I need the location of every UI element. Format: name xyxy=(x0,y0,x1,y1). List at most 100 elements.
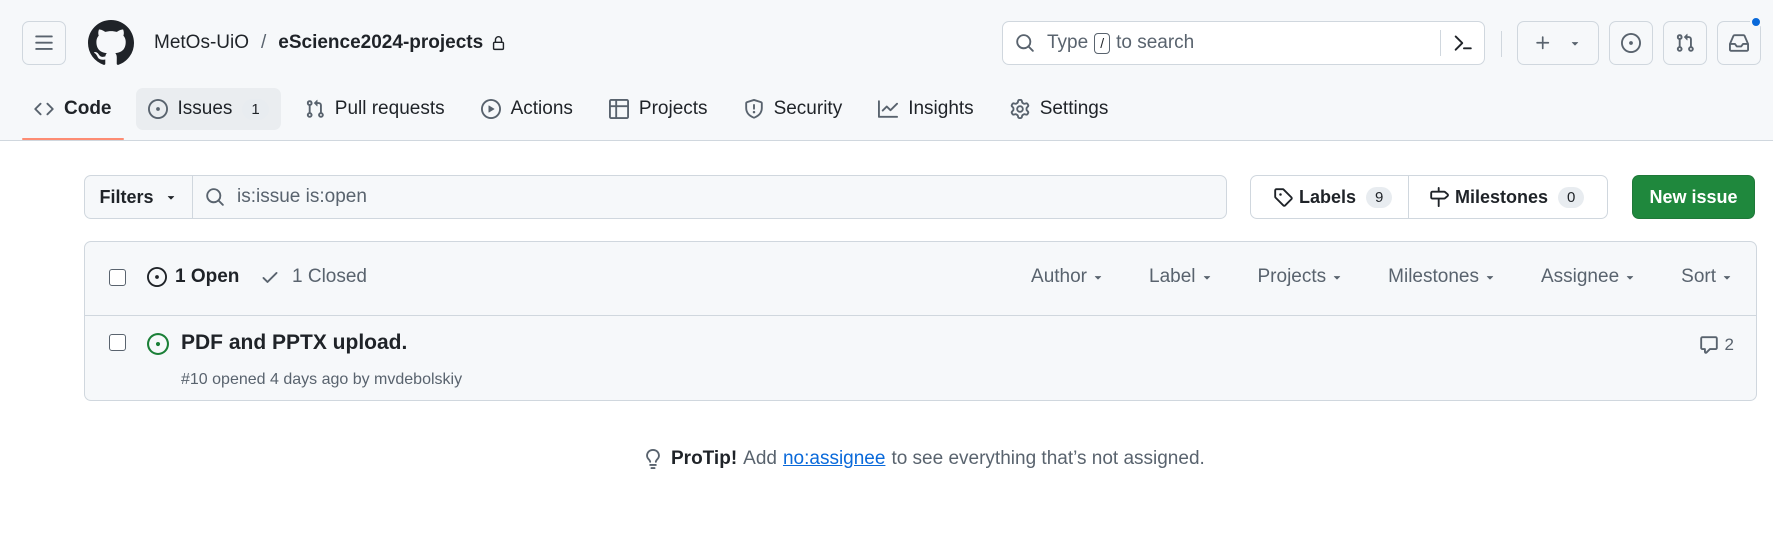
issue-title-link[interactable]: PDF and PPTX upload. xyxy=(181,331,407,355)
menu-label: Milestones xyxy=(1388,266,1479,287)
milestones-menu[interactable]: Milestones xyxy=(1388,266,1497,288)
your-issues-button[interactable] xyxy=(1609,21,1653,65)
tab-label: Insights xyxy=(908,98,974,119)
triangle-down-icon xyxy=(1483,270,1497,284)
label-menu[interactable]: Label xyxy=(1149,266,1214,288)
tab-label: Settings xyxy=(1039,98,1109,119)
menu-label: Sort xyxy=(1681,266,1716,287)
issue-opened-icon xyxy=(147,267,167,287)
milestones-counter: 0 xyxy=(1558,186,1585,208)
repo-nav: Code Issues 1 Pull requests Actions Proj… xyxy=(22,88,1132,140)
plus-icon xyxy=(1536,36,1550,50)
unread-notification-dot xyxy=(1750,16,1762,28)
no-assignee-link[interactable]: no:assignee xyxy=(783,448,885,470)
issue-checkbox[interactable] xyxy=(109,334,126,351)
command-palette-icon xyxy=(1454,35,1472,51)
open-issues-filter[interactable]: 1 Open xyxy=(147,266,239,288)
issues-list-header: 1 Open 1 Closed Author Label Projects Mi… xyxy=(85,242,1756,316)
labels-milestones-group: Labels 9 Milestones 0 xyxy=(1250,175,1608,219)
search-shortcut-key: / xyxy=(1094,32,1111,54)
issues-search-input[interactable]: is:issue is:open xyxy=(192,175,1227,219)
new-issue-button[interactable]: New issue xyxy=(1632,175,1755,219)
tab-settings[interactable]: Settings xyxy=(998,88,1121,130)
table-icon xyxy=(608,99,629,119)
global-header: MetOs-UiO / eScience2024-projects Type /… xyxy=(0,0,1773,141)
comments-link[interactable]: 2 xyxy=(1699,335,1734,355)
tab-label: Code xyxy=(64,98,112,119)
search-icon xyxy=(205,187,225,207)
filters-dropdown-button[interactable]: Filters xyxy=(84,175,193,219)
triangle-down-icon xyxy=(1200,270,1214,284)
assignee-menu[interactable]: Assignee xyxy=(1541,266,1637,288)
triangle-down-icon xyxy=(164,190,178,204)
create-new-button[interactable] xyxy=(1517,21,1599,65)
menu-button[interactable] xyxy=(22,21,66,65)
list-item: PDF and PPTX upload. #10 opened 4 days a… xyxy=(85,317,1756,400)
command-palette-button[interactable] xyxy=(1440,30,1484,56)
filter-menus: Author Label Projects Milestones Assigne… xyxy=(987,266,1756,288)
your-pull-requests-button[interactable] xyxy=(1663,21,1707,65)
tab-projects[interactable]: Projects xyxy=(597,88,720,130)
protip: ProTip! Add no:assignee to see everythin… xyxy=(643,448,1205,470)
filters-label: Filters xyxy=(99,186,154,207)
projects-menu[interactable]: Projects xyxy=(1258,266,1345,288)
tab-issues[interactable]: Issues 1 xyxy=(135,88,281,130)
issues-counter: 1 xyxy=(242,98,269,120)
tab-label: Issues xyxy=(177,98,233,119)
repo-link[interactable]: eScience2024-projects xyxy=(278,32,483,54)
tab-label: Actions xyxy=(510,98,573,119)
tab-insights[interactable]: Insights xyxy=(866,88,985,130)
global-search-input[interactable]: Type / to search xyxy=(1002,21,1485,65)
comment-icon xyxy=(1699,335,1719,355)
author-menu[interactable]: Author xyxy=(1031,266,1105,288)
play-icon xyxy=(480,99,501,119)
tab-label: Security xyxy=(773,98,843,119)
triangle-down-icon xyxy=(1568,36,1582,50)
select-all-checkbox[interactable] xyxy=(109,269,126,286)
check-icon xyxy=(260,267,280,287)
tab-code[interactable]: Code xyxy=(22,88,124,140)
shield-icon xyxy=(744,99,764,119)
triangle-down-icon xyxy=(1091,270,1105,284)
issue-opened-icon xyxy=(147,333,169,355)
hamburger-icon xyxy=(35,35,53,50)
owner-link[interactable]: MetOs-UiO xyxy=(154,32,249,54)
milestone-icon xyxy=(1429,187,1449,207)
milestones-button[interactable]: Milestones 0 xyxy=(1409,175,1608,219)
tab-actions[interactable]: Actions xyxy=(469,88,585,130)
gear-icon xyxy=(1010,99,1030,119)
git-pull-request-icon xyxy=(1676,33,1694,52)
tab-pull-requests[interactable]: Pull requests xyxy=(293,88,457,130)
protip-text-before: Add xyxy=(743,448,777,469)
sort-menu[interactable]: Sort xyxy=(1681,266,1734,288)
labels-button[interactable]: Labels 9 xyxy=(1250,175,1409,219)
menu-label: Assignee xyxy=(1540,266,1620,287)
search-placeholder-prefix: Type xyxy=(1047,32,1089,53)
closed-issues-filter[interactable]: 1 Closed xyxy=(260,266,367,288)
protip-text-after: to see everything that’s not assigned. xyxy=(891,448,1205,469)
milestones-label: Milestones xyxy=(1455,186,1549,207)
breadcrumb-separator: / xyxy=(261,32,267,53)
labels-counter: 9 xyxy=(1366,186,1393,208)
closed-count-label: 1 Closed xyxy=(292,266,367,287)
tab-label: Pull requests xyxy=(334,98,445,119)
menu-label: Label xyxy=(1149,266,1196,287)
issue-meta: #10 opened 4 days ago by mvdebolskiy xyxy=(181,371,463,388)
inbox-icon xyxy=(1729,34,1749,52)
issues-list: 1 Open 1 Closed Author Label Projects Mi… xyxy=(84,241,1757,401)
issue-opened-icon xyxy=(147,99,168,119)
github-logo[interactable] xyxy=(88,20,134,66)
tag-icon xyxy=(1273,187,1293,207)
protip-heading: ProTip! xyxy=(671,448,738,469)
open-count-label: 1 Open xyxy=(175,266,240,287)
menu-label: Projects xyxy=(1257,266,1327,287)
issue-opened-icon xyxy=(1621,33,1641,53)
search-placeholder-suffix: to search xyxy=(1116,32,1195,53)
tab-label: Projects xyxy=(638,98,708,119)
comment-count: 2 xyxy=(1724,335,1734,354)
graph-icon xyxy=(878,99,899,119)
light-bulb-icon xyxy=(643,449,663,469)
menu-label: Author xyxy=(1031,266,1087,287)
tab-security[interactable]: Security xyxy=(732,88,855,130)
code-icon xyxy=(34,99,54,119)
